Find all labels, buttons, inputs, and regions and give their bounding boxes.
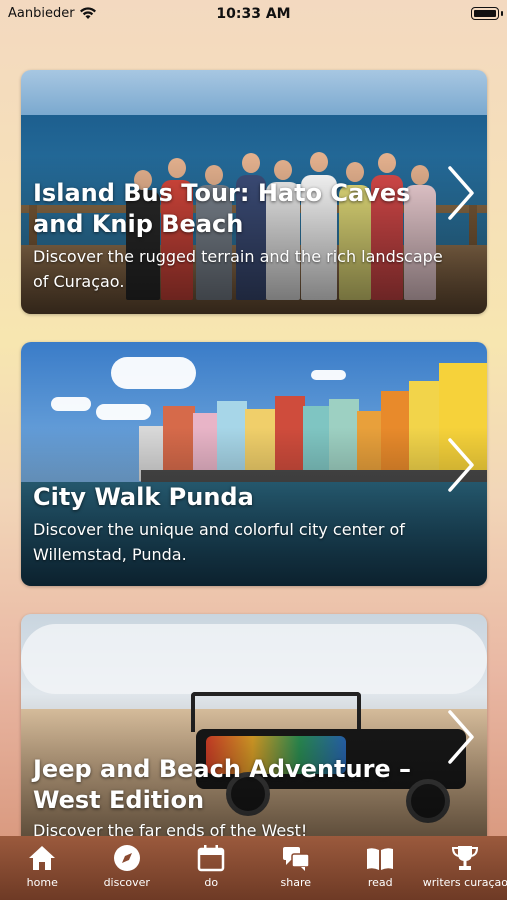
tab-read[interactable]: read: [338, 836, 422, 889]
tour-title: City Walk Punda: [33, 483, 254, 511]
tab-label: home: [26, 876, 58, 889]
calendar-icon: [198, 845, 225, 872]
tour-title: Jeep and Beach Adventure – West Edition: [33, 755, 412, 814]
tab-bar: home discover do share read writers cura…: [0, 836, 507, 900]
tab-discover[interactable]: discover: [85, 836, 169, 889]
tour-title: Island Bus Tour: Hato Caves and Knip Bea…: [33, 179, 411, 238]
trophy-icon: [451, 846, 478, 870]
tour-card-island-bus[interactable]: Island Bus Tour: Hato Caves and Knip Bea…: [21, 70, 487, 314]
tab-label: share: [280, 876, 312, 889]
battery-icon: [471, 7, 499, 20]
tab-home[interactable]: home: [0, 836, 84, 889]
tour-card-city-walk[interactable]: City Walk Punda Discover the unique and …: [21, 342, 487, 586]
chat-bubbles-icon: [282, 847, 310, 871]
tour-card-jeep-beach[interactable]: Jeep and Beach Adventure – West Edition …: [21, 614, 487, 840]
tab-label: read: [367, 876, 393, 889]
status-bar: Aanbieder 10:33 AM: [0, 0, 507, 30]
tour-description: Discover the unique and colorful city ce…: [33, 520, 405, 564]
tab-writers-curacao[interactable]: writers curaçao: [423, 836, 507, 889]
chevron-right-icon[interactable]: [447, 437, 475, 493]
tab-do[interactable]: do: [169, 836, 253, 889]
tab-label: do: [204, 876, 219, 889]
home-icon: [29, 846, 56, 870]
battery-tip: [501, 11, 503, 16]
chevron-right-icon[interactable]: [447, 709, 475, 765]
tab-share[interactable]: share: [254, 836, 338, 889]
compass-icon: [113, 845, 140, 871]
tab-label: writers curaçao: [422, 876, 507, 889]
tab-label: discover: [103, 876, 150, 889]
clock: 10:33 AM: [216, 6, 291, 22]
book-icon: [367, 848, 394, 870]
tour-description: Discover the rugged terrain and the rich…: [33, 247, 443, 291]
chevron-right-icon[interactable]: [447, 165, 475, 221]
